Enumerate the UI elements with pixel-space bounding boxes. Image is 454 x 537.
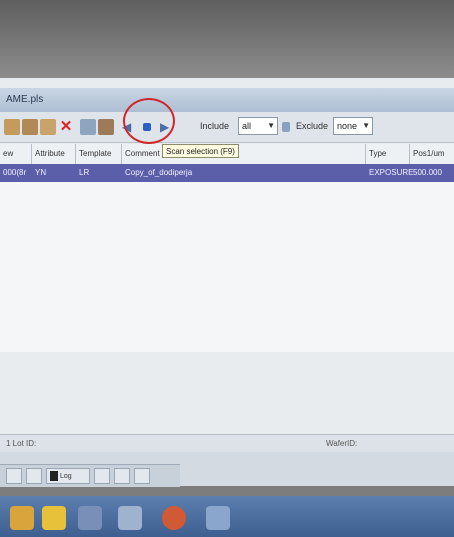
open-icon[interactable] bbox=[4, 119, 20, 135]
chevron-down-icon: ▼ bbox=[362, 121, 370, 130]
print-icon[interactable] bbox=[80, 119, 96, 135]
screen: AME.pls ✕ ◀ ▶ Include all ▼ Exclude none… bbox=[0, 78, 454, 537]
tab-log[interactable]: Log bbox=[46, 468, 90, 484]
table-body bbox=[0, 182, 454, 352]
window-titlebar: AME.pls bbox=[0, 88, 454, 112]
toolbar: ✕ ◀ ▶ Include all ▼ Exclude none ▼ bbox=[0, 112, 454, 143]
copy-icon[interactable] bbox=[40, 119, 56, 135]
pos-cell: 500.000 bbox=[413, 168, 442, 177]
folder-icon[interactable] bbox=[42, 506, 66, 530]
status-bar: 1 Lot ID: WaferID: bbox=[0, 434, 454, 453]
exclude-select[interactable]: none ▼ bbox=[333, 117, 373, 135]
tab-icon[interactable] bbox=[6, 468, 22, 484]
column-header[interactable]: Template bbox=[76, 144, 122, 164]
include-label: Include bbox=[200, 121, 230, 131]
browser-icon[interactable] bbox=[162, 506, 186, 530]
monitor-bezel bbox=[0, 0, 454, 78]
tab-icon[interactable] bbox=[94, 468, 110, 484]
start-icon[interactable] bbox=[10, 506, 34, 530]
window-title: AME.pls bbox=[6, 94, 44, 105]
row-id-cell: 000(8r bbox=[3, 168, 27, 177]
filter-icon bbox=[282, 122, 290, 132]
clipboard-icon[interactable] bbox=[98, 119, 114, 135]
type-cell: EXPOSURE bbox=[369, 168, 414, 177]
attribute-cell: YN bbox=[35, 168, 47, 177]
save-icon[interactable] bbox=[22, 119, 38, 135]
taskbar bbox=[0, 496, 454, 537]
column-header[interactable]: Attribute bbox=[32, 144, 76, 164]
include-select[interactable]: all ▼ bbox=[238, 117, 278, 135]
tooltip: Scan selection (F9) bbox=[162, 144, 239, 158]
highlight-circle bbox=[123, 98, 175, 144]
exclude-value: none bbox=[337, 121, 358, 131]
column-header[interactable]: Type bbox=[366, 144, 410, 164]
tab-icon[interactable] bbox=[26, 468, 42, 484]
bottom-tabstrip: Log bbox=[0, 464, 180, 487]
column-header[interactable]: ew bbox=[0, 144, 32, 164]
app-icon[interactable] bbox=[206, 506, 230, 530]
tab-log-label: Log bbox=[60, 473, 72, 480]
tab-icon[interactable] bbox=[114, 468, 130, 484]
document-icon bbox=[50, 471, 58, 482]
wafer-id-label: WaferID: bbox=[326, 439, 358, 448]
template-cell: LR bbox=[79, 168, 90, 177]
chevron-down-icon: ▼ bbox=[267, 121, 275, 130]
column-header[interactable]: Comment bbox=[122, 144, 366, 164]
lot-id-label: 1 Lot ID: bbox=[6, 439, 37, 448]
column-header[interactable]: Pos1/um bbox=[410, 144, 454, 164]
app-icon[interactable] bbox=[118, 506, 142, 530]
comment-cell: Copy_of_dodiperja bbox=[125, 168, 193, 177]
table-row[interactable]: 000(8r YN LR Copy_of_dodiperja EXPOSURE … bbox=[0, 164, 454, 182]
delete-icon[interactable]: ✕ bbox=[58, 119, 74, 135]
exclude-label: Exclude bbox=[296, 121, 329, 131]
app-icon[interactable] bbox=[78, 506, 102, 530]
include-value: all bbox=[242, 121, 252, 131]
tab-icon[interactable] bbox=[134, 468, 150, 484]
